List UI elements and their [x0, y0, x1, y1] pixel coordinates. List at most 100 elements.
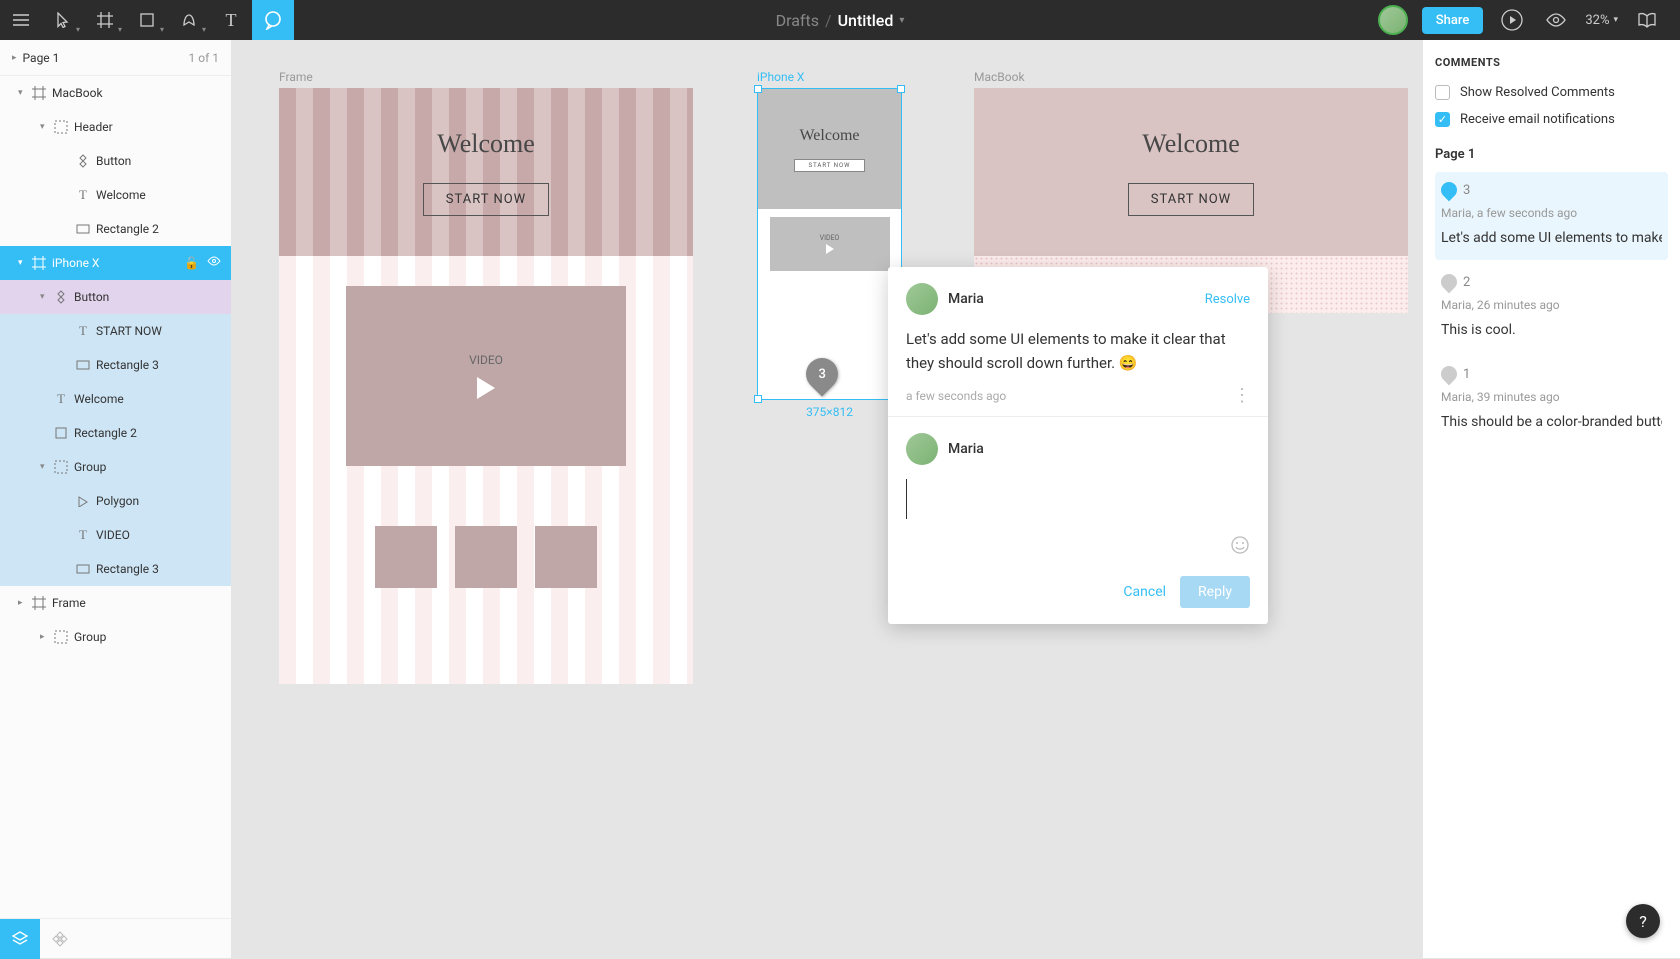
- header-section: Welcome START NOW: [974, 88, 1408, 256]
- thumbnail: [455, 526, 517, 588]
- frame-label[interactable]: Frame: [279, 70, 313, 84]
- selection-handle[interactable]: [754, 395, 762, 403]
- video-placeholder: VIDEO: [346, 286, 626, 466]
- zoom-control[interactable]: 32% ▾: [1585, 13, 1618, 28]
- canvas[interactable]: Frame iPhone X MacBook Welcome START NOW…: [232, 40, 1422, 958]
- artboard-iphone-x[interactable]: Welcome START NOW VIDEO 375×812: [757, 88, 902, 400]
- comment-list-item[interactable]: 2Maria, 26 minutes agoThis is cool.: [1435, 264, 1668, 352]
- option-label: Show Resolved Comments: [1460, 85, 1615, 100]
- pen-tool-button[interactable]: ▾: [168, 0, 210, 40]
- emoji-button[interactable]: [888, 535, 1268, 564]
- layer-label: Rectangle 3: [96, 358, 159, 372]
- frame-icon: [30, 256, 48, 270]
- layers-footer: [0, 918, 231, 958]
- page-count: 1 of 1: [189, 51, 219, 65]
- header-section: Welcome START NOW: [279, 88, 693, 256]
- layer-label: Header: [74, 120, 113, 134]
- text-icon: T: [74, 187, 92, 203]
- comment-number: 2: [1463, 275, 1470, 290]
- eye-icon[interactable]: [207, 256, 221, 270]
- artboard-frame[interactable]: Welcome START NOW VIDEO: [279, 88, 693, 684]
- thumbnail: [375, 526, 437, 588]
- cancel-button[interactable]: Cancel: [1123, 584, 1166, 600]
- help-button[interactable]: ?: [1626, 904, 1660, 938]
- view-button[interactable]: [1541, 5, 1571, 35]
- breadcrumb-root[interactable]: Drafts: [776, 11, 819, 30]
- layer-row[interactable]: ▾iPhone X🔓: [0, 246, 231, 280]
- frame-tool-button[interactable]: ▾: [84, 0, 126, 40]
- text-icon: T: [52, 391, 70, 407]
- move-tool-button[interactable]: ▾: [42, 0, 84, 40]
- shape-tool-button[interactable]: ▾: [126, 0, 168, 40]
- group-icon: [52, 630, 70, 644]
- more-options-button[interactable]: ⋮: [1233, 385, 1250, 406]
- rect-icon: [74, 224, 92, 234]
- layer-label: Group: [74, 630, 106, 644]
- resolve-button[interactable]: Resolve: [1205, 292, 1250, 307]
- component-icon: [74, 154, 92, 168]
- menu-button[interactable]: [0, 0, 42, 40]
- comment-text: Let's add some UI elements to make it cl…: [906, 327, 1250, 375]
- layer-row[interactable]: ▾Group: [0, 450, 231, 484]
- layer-row[interactable]: TVIDEO: [0, 518, 231, 552]
- comment-list-item[interactable]: 3Maria, a few seconds agoLet's add some …: [1435, 172, 1668, 260]
- lock-icon[interactable]: 🔓: [184, 256, 199, 270]
- layer-row[interactable]: Rectangle 3: [0, 348, 231, 382]
- selection-handle[interactable]: [754, 85, 762, 93]
- layer-row[interactable]: T Welcome: [0, 382, 231, 416]
- polygon-icon: [74, 495, 92, 507]
- layer-row[interactable]: Rectangle 2: [0, 416, 231, 450]
- layer-row[interactable]: T Welcome: [0, 178, 231, 212]
- group-icon: [52, 460, 70, 474]
- selection-handle[interactable]: [897, 85, 905, 93]
- text-tool-button[interactable]: T: [210, 0, 252, 40]
- layers-tab[interactable]: [0, 919, 40, 959]
- show-resolved-option[interactable]: Show Resolved Comments: [1435, 85, 1668, 100]
- component-icon: [52, 290, 70, 304]
- user-avatar[interactable]: [1378, 5, 1408, 35]
- layer-row[interactable]: ▾Button: [0, 280, 231, 314]
- layer-row[interactable]: TSTART NOW: [0, 314, 231, 348]
- layer-row[interactable]: ▾Header: [0, 110, 231, 144]
- layer-row[interactable]: ▾MacBook: [0, 76, 231, 110]
- assets-tab[interactable]: [40, 919, 80, 959]
- caret-icon: ▾: [18, 88, 30, 98]
- layer-label: Welcome: [74, 392, 124, 406]
- document-breadcrumb[interactable]: Drafts / Untitled ▾: [776, 11, 905, 30]
- document-title[interactable]: Untitled ▾: [838, 11, 905, 30]
- pen-icon: [181, 12, 197, 28]
- layer-row[interactable]: Polygon: [0, 484, 231, 518]
- comment-meta: Maria, 39 minutes ago: [1441, 390, 1662, 404]
- layer-row[interactable]: Button: [0, 144, 231, 178]
- comment-timestamp: a few seconds ago ⋮: [906, 385, 1250, 406]
- frame-label-selected[interactable]: iPhone X: [757, 70, 804, 84]
- selection-dimensions: 375×812: [806, 405, 853, 419]
- checkbox-checked[interactable]: ✓: [1435, 112, 1450, 127]
- present-button[interactable]: [1497, 5, 1527, 35]
- welcome-text: Welcome: [799, 127, 859, 145]
- layer-row[interactable]: ▸Frame: [0, 586, 231, 620]
- text-icon: T: [74, 527, 92, 543]
- page-selector[interactable]: ▸ Page 1 1 of 1: [0, 40, 231, 76]
- chevron-down-icon: ▾: [1613, 15, 1618, 25]
- comment-author-avatar: [906, 283, 938, 315]
- frame-label[interactable]: MacBook: [974, 70, 1025, 84]
- share-button[interactable]: Share: [1422, 7, 1484, 34]
- reply-input[interactable]: [906, 479, 1250, 519]
- email-notif-option[interactable]: ✓ Receive email notifications: [1435, 112, 1668, 127]
- layer-row[interactable]: Rectangle 2: [0, 212, 231, 246]
- library-button[interactable]: [1632, 5, 1662, 35]
- start-button: START NOW: [423, 183, 549, 216]
- layer-row[interactable]: ▸Group: [0, 620, 231, 654]
- chevron-down-icon: ▾: [160, 25, 164, 34]
- comment-number: 3: [1463, 183, 1470, 198]
- group-icon: [52, 120, 70, 134]
- comment-pin-icon: [1438, 363, 1461, 386]
- reply-button[interactable]: Reply: [1180, 576, 1250, 608]
- layer-row[interactable]: Rectangle 3: [0, 552, 231, 586]
- comment-header: Maria Resolve: [906, 283, 1250, 315]
- comment-tool-button[interactable]: [252, 0, 294, 40]
- checkbox-unchecked[interactable]: [1435, 85, 1450, 100]
- layer-label: Welcome: [96, 188, 146, 202]
- comment-list-item[interactable]: 1Maria, 39 minutes agoThis should be a c…: [1435, 356, 1668, 444]
